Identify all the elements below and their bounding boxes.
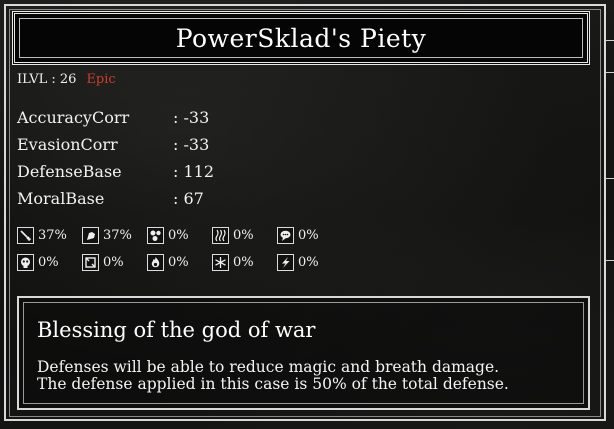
resistance-mental: 0% (277, 227, 319, 244)
stat-value: : 112 (173, 162, 215, 181)
resistance-value: 0% (233, 228, 254, 243)
resistance-pierce: 37% (82, 227, 132, 244)
stat-value: : -33 (173, 108, 210, 127)
skull-icon (17, 254, 34, 271)
item-level-row: ILVL : 26 Epic (17, 72, 116, 87)
description-title: Blessing of the god of war (37, 318, 316, 342)
description-box: Blessing of the god of war Defenses will… (17, 296, 590, 410)
snowflake-icon (212, 254, 229, 271)
stat-name: DefenseBase (17, 162, 122, 181)
stat-name: MoralBase (17, 189, 105, 208)
resistance-poison: 0% (17, 254, 59, 271)
item-tooltip-panel: PowerSklad's Piety ILVL : 26 Epic Accurac… (0, 0, 614, 429)
edge-tick (606, 40, 614, 41)
resistance-breath: 0% (212, 227, 254, 244)
description-line: The defense applied in this case is 50% … (37, 375, 509, 393)
stat-row: AccuracyCorr : -33 (17, 108, 209, 127)
resistance-value: 0% (233, 255, 254, 270)
stat-name: AccuracyCorr (17, 108, 130, 127)
item-title: PowerSklad's Piety (175, 24, 427, 53)
orbs-icon (147, 227, 164, 244)
stat-row: DefenseBase : 112 (17, 162, 214, 181)
resistance-value: 0% (168, 228, 189, 243)
stat-value: : 67 (173, 189, 204, 208)
stat-row: MoralBase : 67 (17, 189, 204, 208)
wave-icon (212, 227, 229, 244)
frame-icon (82, 254, 99, 271)
resistance-value: 0% (168, 255, 189, 270)
resistance-value: 0% (298, 255, 319, 270)
resistance-value: 0% (298, 228, 319, 243)
resistance-value: 0% (103, 255, 124, 270)
lightning-icon (277, 254, 294, 271)
resistance-value: 0% (38, 255, 59, 270)
resistance-bind: 0% (82, 254, 124, 271)
resistance-ice: 0% (212, 254, 254, 271)
item-rarity: Epic (86, 72, 116, 87)
item-level: ILVL : 26 (17, 72, 77, 87)
speech-icon (277, 227, 294, 244)
resistance-lightning: 0% (277, 254, 319, 271)
claw-icon (82, 227, 99, 244)
resistance-slash: 37% (17, 227, 67, 244)
description-text: Defenses will be able to reduce magic an… (37, 359, 509, 393)
fire-icon (147, 254, 164, 271)
item-title-bar: PowerSklad's Piety (12, 11, 590, 65)
resistance-value: 37% (103, 228, 132, 243)
edge-tick (606, 178, 614, 179)
resistance-value: 37% (38, 228, 67, 243)
description-line: Defenses will be able to reduce magic an… (37, 358, 500, 376)
edge-tick (606, 260, 614, 261)
resistance-blunt: 0% (147, 227, 189, 244)
stat-value: : -33 (173, 135, 210, 154)
stat-row: EvasionCorr : -33 (17, 135, 209, 154)
sword-icon (17, 227, 34, 244)
edge-tick (606, 72, 614, 73)
resistance-fire: 0% (147, 254, 189, 271)
stat-name: EvasionCorr (17, 135, 118, 154)
